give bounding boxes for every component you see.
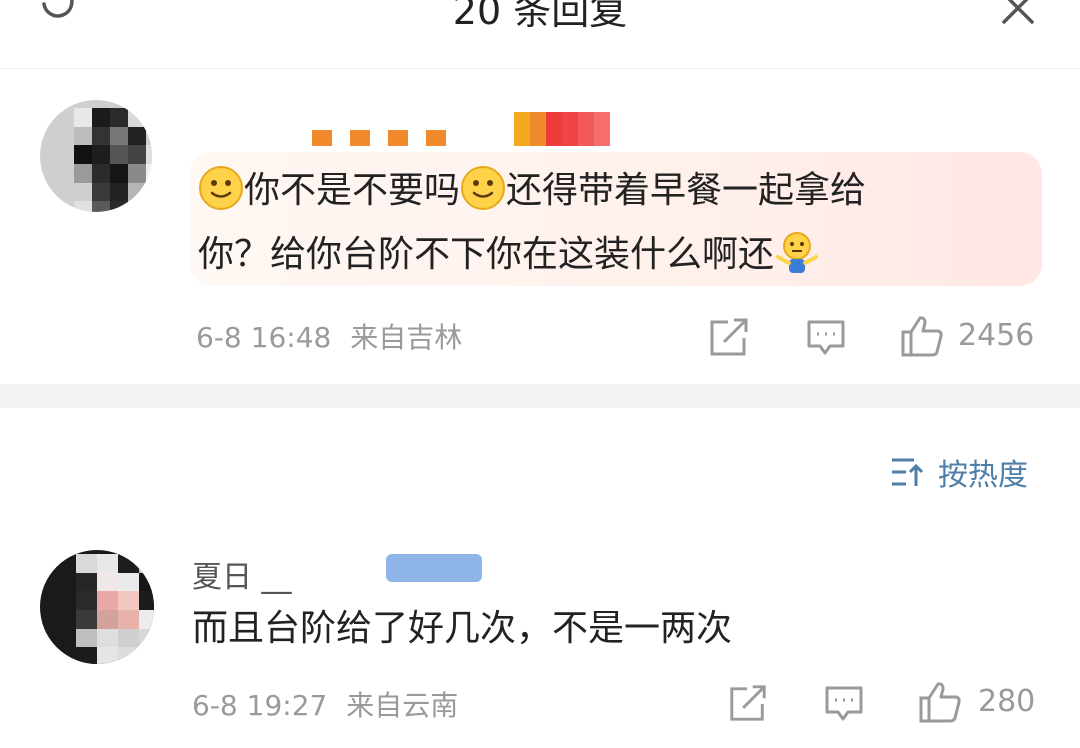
avatar[interactable] — [40, 550, 154, 664]
comment-icon[interactable] — [806, 318, 846, 358]
reply-location: 来自云南 — [346, 689, 459, 722]
avatar[interactable] — [40, 100, 152, 212]
username-blurred[interactable] — [312, 130, 464, 146]
comment-text-line1: 你不是不要吗 还得带着早餐一起拿给 — [198, 160, 866, 222]
close-icon[interactable] — [998, 0, 1038, 28]
comment-text-part2: 还得带着早餐一起拿给 — [506, 170, 867, 211]
section-divider — [0, 384, 1080, 408]
shrug-emoji-icon — [776, 232, 819, 273]
sort-icon — [892, 458, 924, 486]
user-badge-blurred — [386, 554, 482, 582]
like-icon[interactable] — [900, 314, 944, 358]
comment-icon[interactable] — [824, 684, 864, 724]
share-icon[interactable] — [728, 684, 768, 724]
smile-emoji-icon — [199, 166, 243, 210]
page-title: 20 条回复 — [452, 0, 628, 33]
reply-username[interactable]: 夏日 __ — [192, 552, 382, 595]
comment-text-line2: 你？给你台阶不下你在这装什么啊还 — [198, 224, 820, 286]
top-bar: 20 条回复 — [0, 0, 1080, 69]
comment-time: 6-8 16:48 — [196, 321, 332, 354]
comment-text-part1: 你不是不要吗 — [244, 170, 461, 211]
sort-label: 按热度 — [938, 458, 1028, 493]
like-count: 280 — [978, 684, 1036, 719]
user-badge-blurred — [498, 112, 610, 146]
comment-meta: 6-8 16:48 来自吉林 — [196, 316, 462, 356]
sort-toggle[interactable]: 按热度 — [890, 452, 1028, 493]
like-icon[interactable] — [918, 680, 962, 724]
comment-text-line2-text: 你？给你台阶不下你在这装什么啊还 — [198, 234, 775, 275]
reply-meta: 6-8 19:27 来自云南 — [192, 684, 458, 724]
smile-emoji-icon — [461, 166, 506, 210]
comment-location: 来自吉林 — [350, 321, 463, 354]
reply-username-text: 夏日 __ — [192, 560, 292, 595]
like-count: 2456 — [958, 318, 1035, 353]
reply-text: 而且台阶给了好几次，不是一两次 — [192, 608, 733, 649]
reply-time: 6-8 19:27 — [192, 689, 328, 722]
share-icon[interactable] — [708, 318, 750, 358]
